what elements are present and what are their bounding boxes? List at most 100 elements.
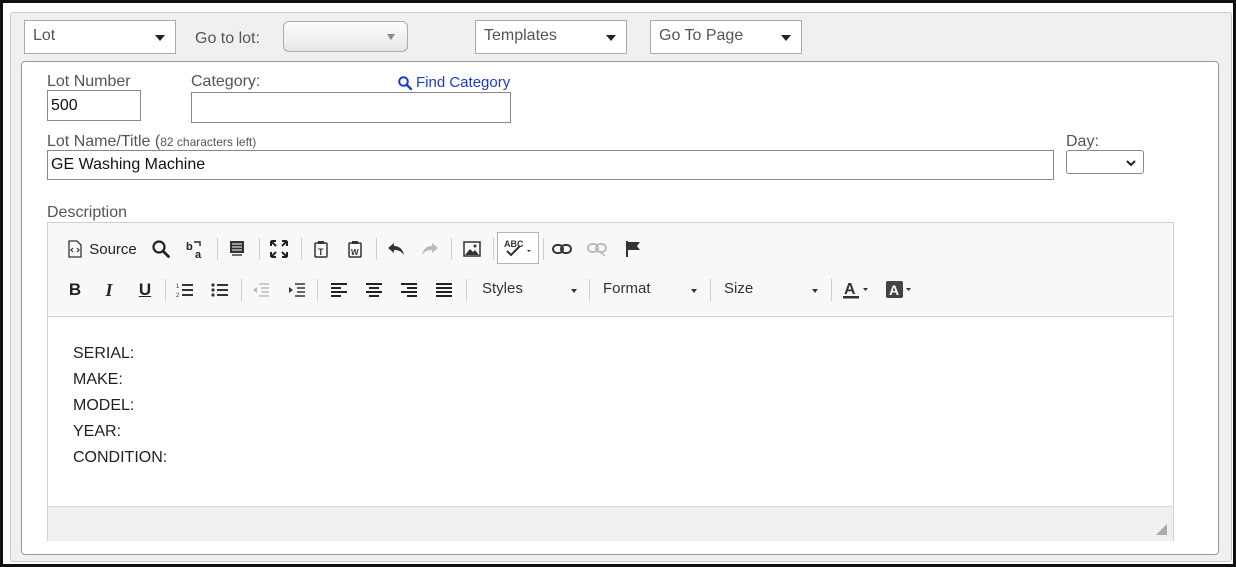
svg-text:2: 2 xyxy=(176,293,180,298)
svg-text:b: b xyxy=(186,241,193,253)
caret-down-icon xyxy=(571,289,577,293)
content-line: CONDITION: xyxy=(73,449,168,466)
size-combo[interactable]: Size xyxy=(724,280,818,304)
toolbar-separator xyxy=(317,279,318,301)
select-all-icon xyxy=(230,241,244,256)
text-color-button[interactable]: A xyxy=(840,276,872,304)
svg-text:a: a xyxy=(195,249,202,259)
align-center-button[interactable] xyxy=(361,276,387,304)
caret-down-icon xyxy=(781,35,791,41)
align-right-button[interactable] xyxy=(396,276,422,304)
go-to-page-dropdown-label: Go To Page xyxy=(659,27,744,44)
toolbar-separator xyxy=(589,279,590,301)
rich-text-editor: Source b a T W ABC B I U 1 2 Styles Form… xyxy=(47,222,1174,541)
content-line: YEAR: xyxy=(73,423,122,440)
find-button[interactable] xyxy=(148,235,174,263)
toolbar-separator xyxy=(543,238,544,260)
lot-name-label-text: Lot Name/Title ( xyxy=(47,133,161,150)
editor-content[interactable]: SERIAL: MAKE: MODEL: YEAR: CONDITION: xyxy=(48,317,1173,506)
styles-combo[interactable]: Styles xyxy=(482,280,577,304)
maximize-icon xyxy=(270,240,288,258)
justify-button[interactable] xyxy=(431,276,457,304)
undo-icon xyxy=(388,243,404,255)
goto-lot-select[interactable] xyxy=(283,21,408,52)
day-label: Day: xyxy=(1066,133,1099,150)
decrease-indent-button[interactable] xyxy=(248,276,274,304)
caret-down-icon xyxy=(606,35,616,41)
outdent-icon xyxy=(253,283,269,297)
align-center-icon xyxy=(366,283,382,297)
align-right-icon xyxy=(401,283,417,297)
spellcheck-button[interactable]: ABC xyxy=(497,232,539,264)
search-icon xyxy=(398,75,412,90)
category-label: Category: xyxy=(191,73,261,90)
chevron-down-icon xyxy=(1126,160,1136,167)
link-button[interactable] xyxy=(549,235,575,263)
toolbar-separator xyxy=(217,238,218,260)
paste-word-icon: W xyxy=(348,241,362,258)
toolbar-separator xyxy=(710,279,711,301)
increase-indent-button[interactable] xyxy=(284,276,310,304)
numbered-list-button[interactable]: 1 2 xyxy=(172,276,198,304)
lot-dropdown[interactable]: Lot xyxy=(24,20,176,54)
background-color-icon: A xyxy=(886,281,911,298)
align-left-button[interactable] xyxy=(326,276,352,304)
underline-icon: U xyxy=(138,280,152,299)
characters-left-text: 82 characters left) xyxy=(160,135,257,149)
svg-text:W: W xyxy=(351,248,359,257)
caret-down-icon xyxy=(387,34,395,40)
anchor-button[interactable] xyxy=(620,235,646,263)
toolbar-separator xyxy=(493,238,494,260)
select-all-button[interactable] xyxy=(224,235,250,263)
image-icon xyxy=(463,241,481,257)
styles-combo-label: Styles xyxy=(482,280,523,297)
content-line: SERIAL: xyxy=(73,345,135,362)
paste-word-button[interactable]: W xyxy=(342,235,368,263)
find-category-label: Find Category xyxy=(416,74,511,91)
svg-text:ABC: ABC xyxy=(504,239,524,249)
paste-text-icon: T xyxy=(314,241,328,258)
flag-icon xyxy=(626,241,640,257)
paste-text-button[interactable]: T xyxy=(308,235,334,263)
resize-handle-icon[interactable] xyxy=(1156,524,1167,535)
templates-dropdown[interactable]: Templates xyxy=(475,20,627,54)
svg-text:A: A xyxy=(889,282,899,298)
lot-number-label: Lot Number xyxy=(47,73,131,90)
editor-toolbar: Source b a T W ABC B I U 1 2 Styles Form… xyxy=(48,223,1173,317)
italic-button[interactable]: I xyxy=(96,276,122,304)
source-icon xyxy=(68,240,82,258)
lot-name-label: Lot Name/Title (82 characters left) xyxy=(47,133,256,151)
source-button[interactable]: Source xyxy=(62,235,142,263)
go-to-page-dropdown[interactable]: Go To Page xyxy=(650,20,802,54)
undo-button[interactable] xyxy=(383,235,409,263)
maximize-button[interactable] xyxy=(266,235,292,263)
unlink-button[interactable] xyxy=(584,235,610,263)
background-color-button[interactable]: A xyxy=(883,276,915,304)
svg-text:T: T xyxy=(318,247,324,257)
goto-lot-label: Go to lot: xyxy=(195,30,260,47)
lot-name-input[interactable] xyxy=(47,150,1054,180)
svg-text:A: A xyxy=(844,281,856,298)
bold-button[interactable]: B xyxy=(62,276,88,304)
day-select[interactable] xyxy=(1066,150,1144,174)
italic-icon: I xyxy=(105,279,113,300)
toolbar-separator xyxy=(376,238,377,260)
format-combo[interactable]: Format xyxy=(603,280,697,304)
category-input[interactable] xyxy=(191,92,511,123)
find-category-link[interactable]: Find Category xyxy=(398,74,510,91)
bulleted-list-button[interactable] xyxy=(207,276,233,304)
redo-icon xyxy=(422,243,438,255)
lot-number-input[interactable] xyxy=(47,90,141,121)
toolbar-separator xyxy=(301,238,302,260)
spellcheck-icon: ABC xyxy=(504,239,531,257)
editor-statusbar xyxy=(48,506,1173,541)
redo-button[interactable] xyxy=(417,235,443,263)
caret-down-icon xyxy=(691,289,697,293)
templates-dropdown-label: Templates xyxy=(484,27,557,44)
replace-button[interactable]: b a xyxy=(182,235,210,263)
caret-down-icon xyxy=(812,289,818,293)
unlink-icon xyxy=(587,243,607,256)
format-combo-label: Format xyxy=(603,280,651,297)
image-button[interactable] xyxy=(459,235,485,263)
underline-button[interactable]: U xyxy=(132,276,158,304)
